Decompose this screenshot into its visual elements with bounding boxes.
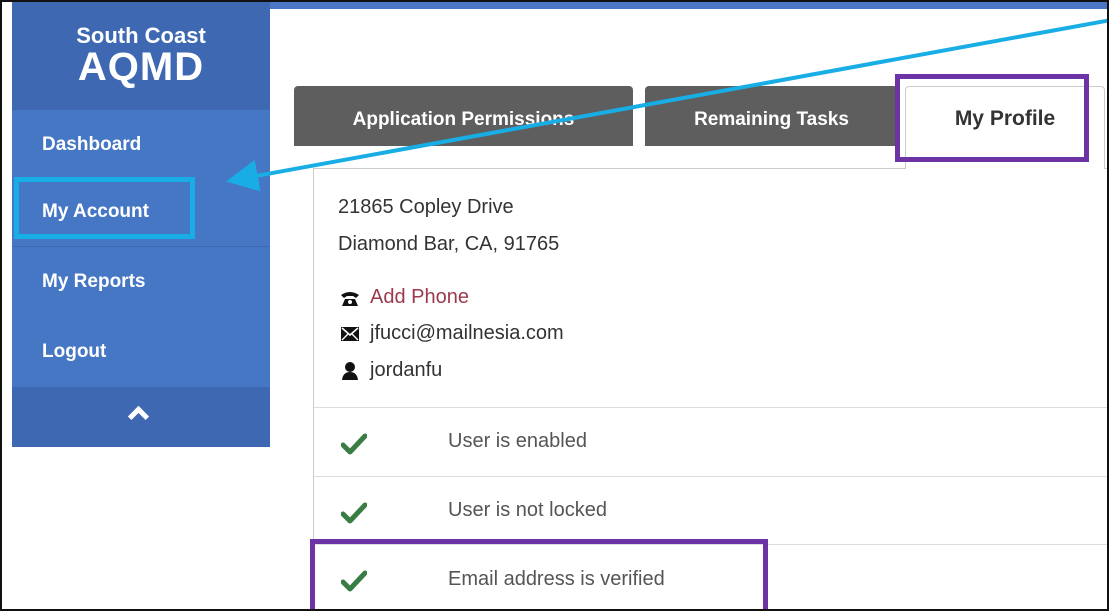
status-user-not-locked: User is not locked <box>448 499 607 521</box>
tab-application-permissions[interactable]: Application Permissions <box>294 86 633 146</box>
email-text: jfucci@mailnesia.com <box>370 322 564 344</box>
sidebar-item-my-reports[interactable]: My Reports <box>12 247 270 317</box>
address-line2: Diamond Bar, CA, 91765 <box>338 233 560 255</box>
divider <box>314 476 1107 477</box>
divider <box>314 407 1107 408</box>
sidebar-item-dashboard[interactable]: Dashboard <box>12 110 270 180</box>
checkmark-icon <box>341 433 367 455</box>
tab-remaining-tasks[interactable]: Remaining Tasks <box>645 86 898 146</box>
logo[interactable]: South Coast AQMD <box>12 2 270 110</box>
status-user-enabled: User is enabled <box>448 430 587 452</box>
tab-label: Application Permissions <box>352 109 575 130</box>
sidebar-item-label: Dashboard <box>42 134 142 155</box>
address-line1: 21865 Copley Drive <box>338 196 514 218</box>
logo-line2: AQMD <box>77 45 205 89</box>
checkmark-icon <box>341 502 367 524</box>
chevron-up-icon <box>127 405 150 428</box>
tab-label: Remaining Tasks <box>694 109 849 130</box>
sidebar-item-logout[interactable]: Logout <box>12 317 270 387</box>
add-phone-link[interactable]: Add Phone <box>370 286 469 309</box>
sidebar-collapse-button[interactable] <box>12 387 270 447</box>
my-profile-highlight-box <box>895 74 1089 162</box>
sidebar-item-label: Logout <box>42 341 107 362</box>
phone-icon <box>341 292 359 306</box>
user-icon <box>342 362 358 380</box>
logo-line1: South Coast <box>76 23 206 48</box>
my-account-highlight-box <box>14 177 195 239</box>
email-verified-highlight-box <box>310 539 768 609</box>
top-bar <box>270 2 1107 9</box>
username-text: jordanfu <box>370 359 443 381</box>
sidebar-item-label: My Reports <box>42 271 146 292</box>
screenshot-frame: South Coast AQMD Dashboard My Account My… <box>0 0 1109 611</box>
envelope-icon <box>341 327 359 341</box>
